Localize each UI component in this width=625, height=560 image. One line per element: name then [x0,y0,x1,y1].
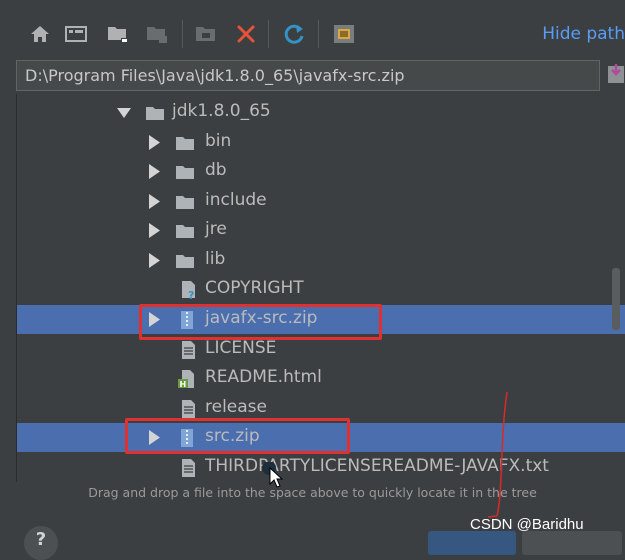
html-file-icon: H [178,370,194,389]
tree-row-bin[interactable]: bin [17,128,625,157]
tree-row-label: include [205,190,267,210]
new-folder-icon[interactable] [104,20,132,48]
toolbar-separator [268,20,269,48]
tree-row-label: jdk1.8.0_65 [172,101,271,121]
svg-text:?: ? [188,289,194,300]
ok-button[interactable] [428,531,516,555]
svg-text:H: H [180,380,187,389]
collapse-arrow-icon[interactable] [147,194,161,209]
tree-row-label: javafx-src.zip [205,308,318,328]
text-file-icon [182,400,195,418]
folder-icon [176,166,194,179]
path-input[interactable] [17,61,599,90]
collapse-arrow-icon[interactable] [147,430,161,445]
tree-row-label: db [205,160,227,180]
tree-row-thirdparty[interactable]: THIRDPARTYLICENSEREADME-JAVAFX.txt [17,453,625,482]
unknown-file-icon: ? [182,281,195,300]
cancel-button[interactable] [522,531,622,555]
collapse-arrow-icon[interactable] [147,253,161,268]
tree-row-label: bin [205,131,232,151]
tree-row-lib[interactable]: lib [17,246,625,275]
folder-icon [146,107,164,120]
text-file-icon [182,459,195,477]
home-icon[interactable] [26,20,54,48]
folder-icon [176,196,194,209]
path-field[interactable] [16,60,600,91]
tree-row-label: LICENSE [205,338,277,358]
project-folder-icon[interactable] [192,20,220,48]
archive-icon [181,429,193,447]
toolbar: Hide path [0,0,625,62]
tree-row-include[interactable]: include [17,187,625,216]
tree-row-src-zip[interactable]: src.zip [17,423,625,452]
hide-path-link[interactable]: Hide path [542,24,625,44]
tree-row-label: src.zip [205,426,260,446]
tree-row-license[interactable]: LICENSE [17,335,625,364]
refresh-icon[interactable] [280,20,308,48]
toolbar-separator [182,20,183,48]
tree-row-copyright[interactable]: ? COPYRIGHT [17,275,625,304]
text-file-icon [182,341,195,359]
collapse-arrow-icon[interactable] [147,312,161,327]
tree-row-label: lib [205,249,226,269]
tree-row-release[interactable]: release [17,394,625,423]
folder-icon [176,255,194,268]
tree-scrollbar[interactable] [612,268,620,330]
folder-icon [176,137,194,150]
module-folder-icon[interactable] [143,20,171,48]
collapse-arrow-icon[interactable] [147,164,161,179]
tree-row-label: README.html [205,367,322,387]
toolbar-separator [318,20,319,48]
tree-row-db[interactable]: db [17,157,625,186]
drag-drop-hint: Drag and drop a file into the space abov… [88,485,537,500]
tree-row-label: release [205,397,267,417]
collapse-arrow-icon[interactable] [147,223,161,238]
folder-icon [176,225,194,238]
tree-row-javafx-src[interactable]: javafx-src.zip [17,305,625,334]
tree-row-jre[interactable]: jre [17,216,625,245]
tree-row-label: jre [205,219,227,239]
tree-row-label: THIRDPARTYLICENSEREADME-JAVAFX.txt [205,456,549,476]
help-button[interactable]: ? [24,526,58,560]
tree-row-label: COPYRIGHT [205,278,304,298]
delete-icon[interactable] [232,20,260,48]
watermark: CSDN @Baridhu [470,516,584,533]
tree-row-jdk[interactable]: jdk1.8.0_65 [17,98,625,127]
collapse-arrow-icon[interactable] [147,135,161,150]
archive-icon [181,311,193,329]
file-tree[interactable]: jdk1.8.0_65 bin db include jre lib ? COP… [16,94,625,482]
browse-path-icon[interactable] [606,62,625,86]
desktop-icon[interactable] [62,20,90,48]
expand-arrow-icon[interactable] [117,105,131,120]
show-hidden-icon[interactable] [330,20,358,48]
tree-row-readme[interactable]: H README.html [17,364,625,393]
